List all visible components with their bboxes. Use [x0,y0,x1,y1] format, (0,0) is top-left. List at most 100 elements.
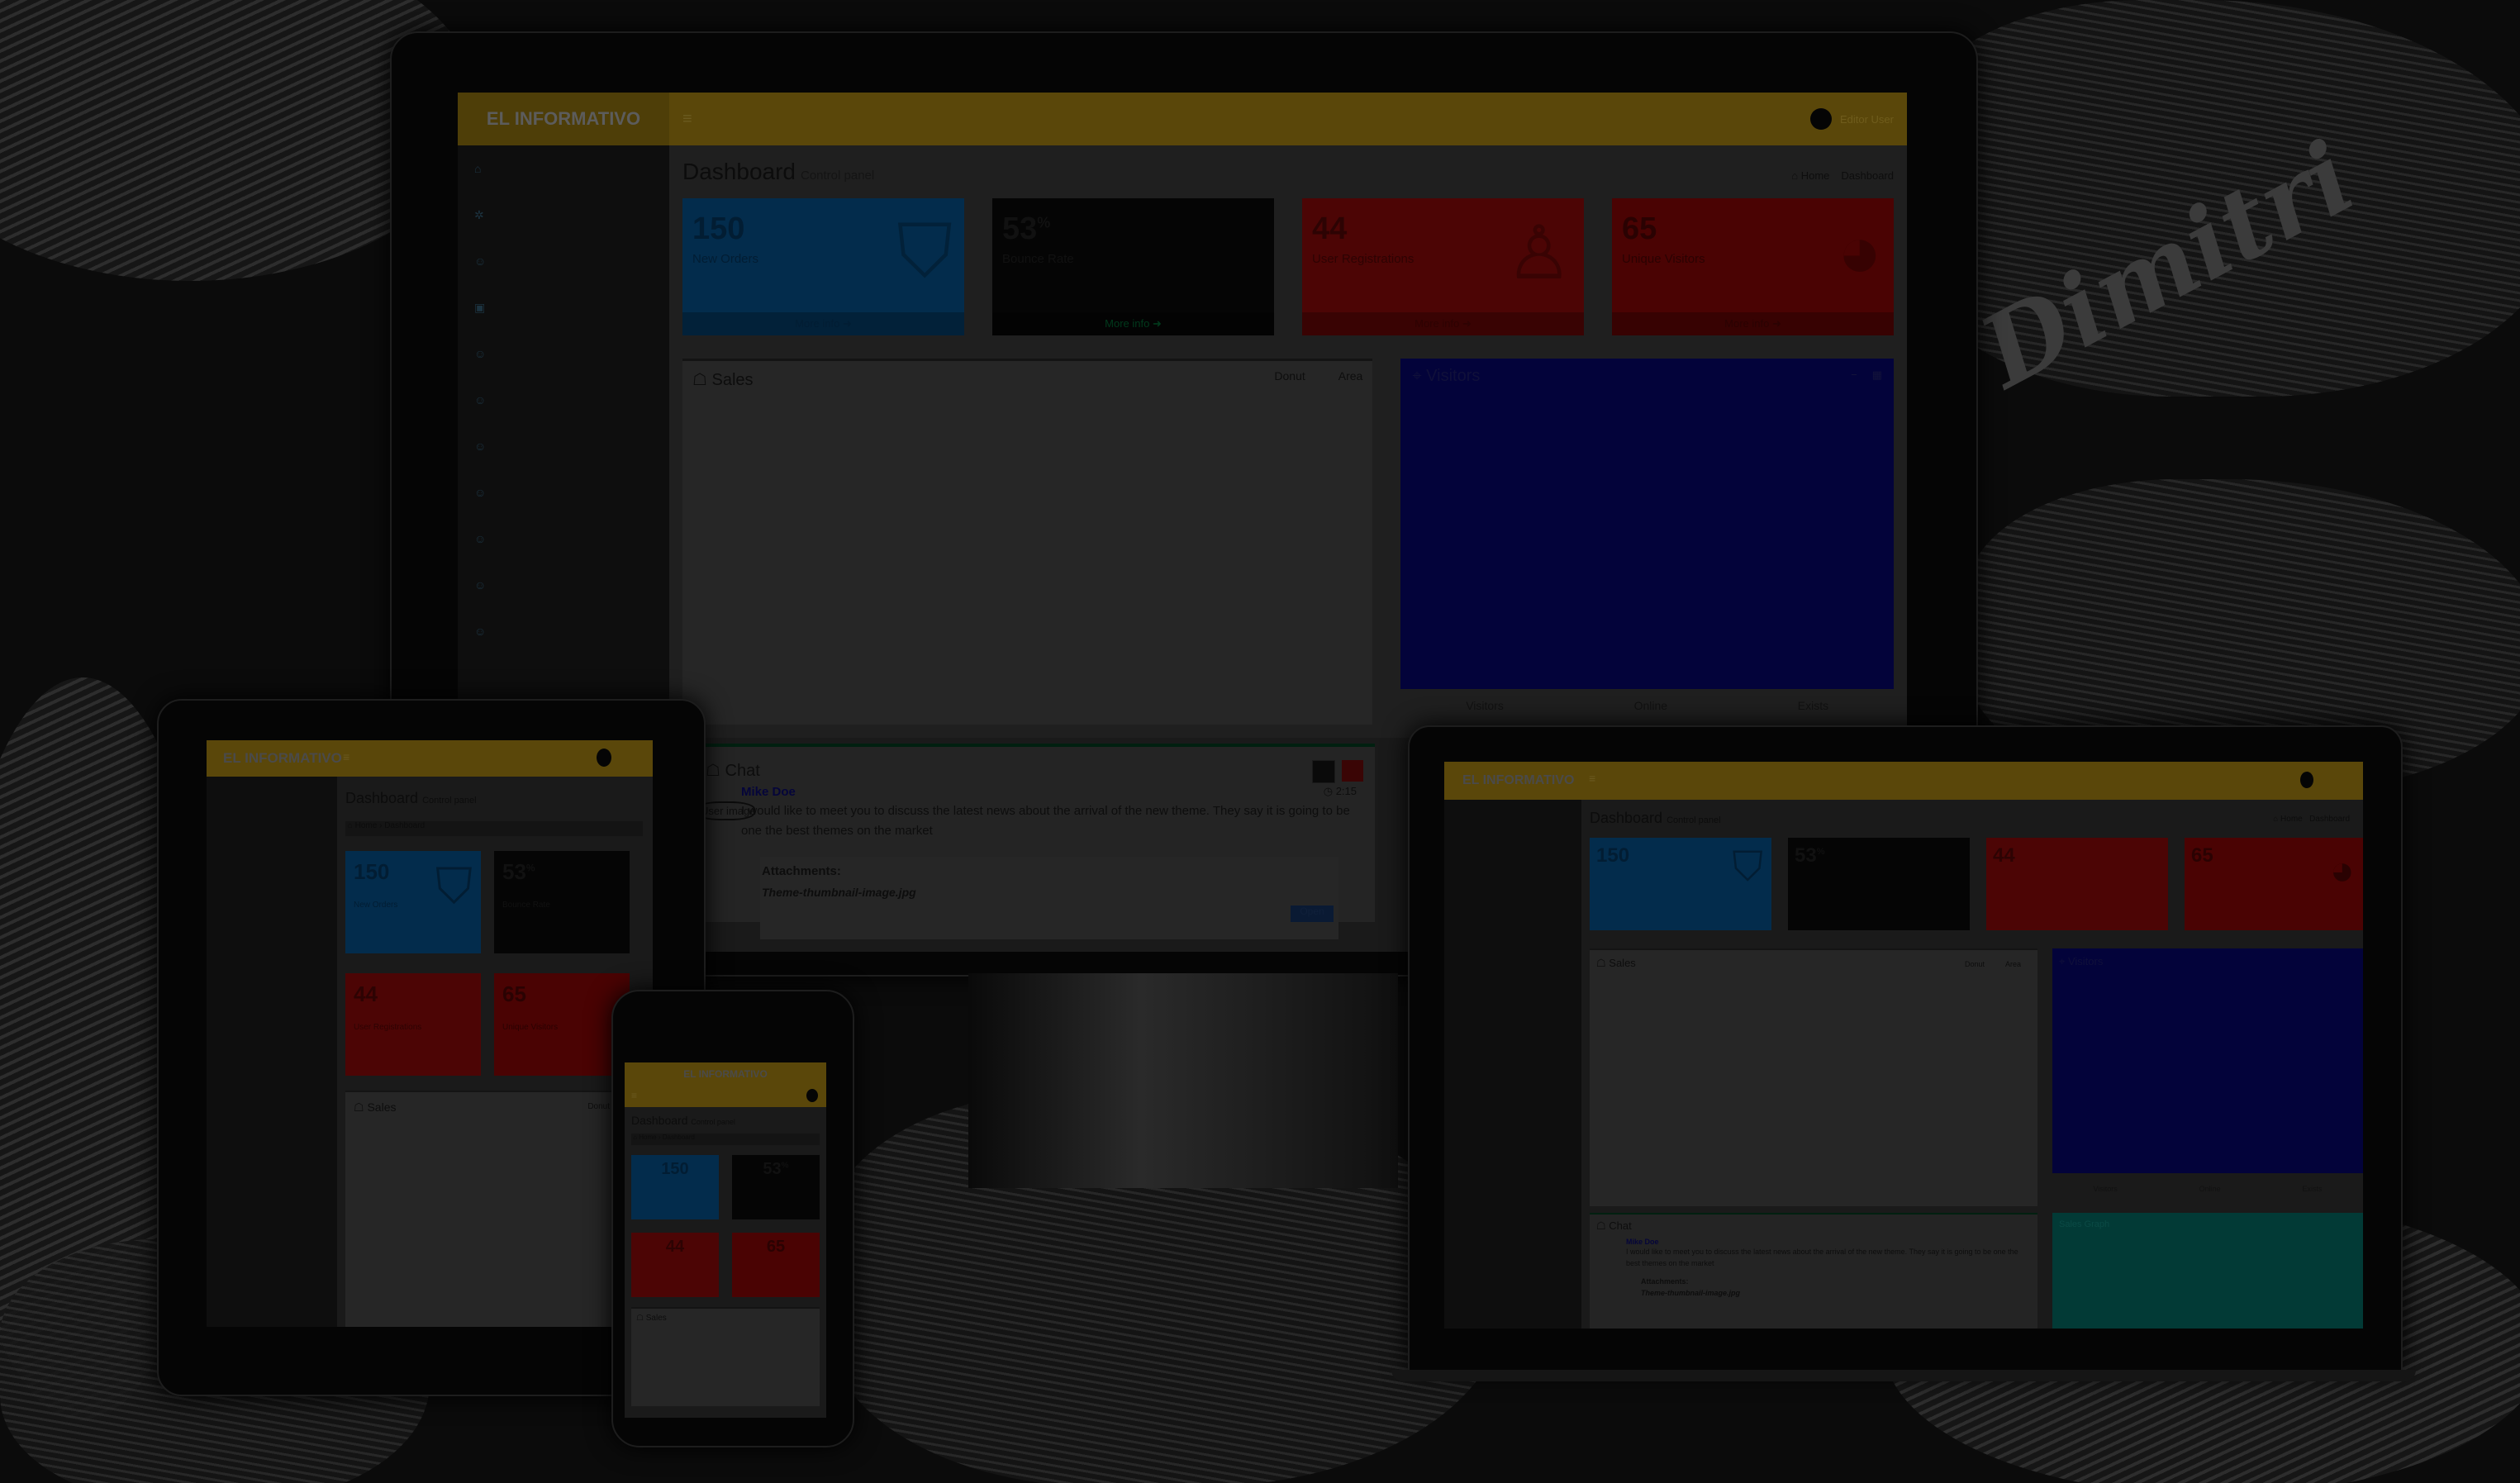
stat-box-registrations: 44 User Registrations [345,973,481,1076]
tab-donut[interactable]: Donut [587,1102,610,1111]
sidebar-item[interactable]: ☺ [458,516,669,562]
tablet-screen: EL INFORMATIVO ≡ Dashboard Control panel… [207,740,653,1327]
sidebar: ⌂ ✲ ☺ ▣ ☺ ☺ ☺ ☺ ☺ ☺ ☺ [458,145,669,738]
shopping-bag-icon: ⛉ [1732,844,1764,890]
more-info-link[interactable]: More info ➜ [1302,312,1584,335]
chat-dark-button[interactable] [1312,760,1335,783]
sidebar [1444,800,1581,1329]
visitors-panel: ⌖ Visitors [2052,948,2363,1173]
exists-label: Exists [1797,699,1829,712]
brand-logo[interactable]: EL INFORMATIVO [458,93,669,145]
users-icon: ☺ [474,393,487,406]
user-name: Editor User [1839,112,1894,126]
chat-author: Mike Doe [741,785,796,799]
sidebar-item[interactable]: ☺ [458,377,669,423]
stat-box-registrations: 44 [631,1233,719,1297]
tab-donut[interactable]: Donut [1965,960,1985,968]
stat-box-visitors: 65 [732,1233,820,1297]
chat-red-button[interactable] [1342,760,1363,782]
avatar [1809,108,1832,130]
breadcrumb-home[interactable]: ⌂ Home [1791,169,1829,182]
online-label: Online [1633,699,1668,712]
avatar [2300,772,2313,788]
sidebar-item[interactable]: ▣ [458,284,669,330]
top-navbar: EL INFORMATIVO ≡ [207,740,653,777]
sidebar-item[interactable]: ✲ [458,192,669,238]
chat-message: I would like to meet you to discuss the … [741,804,1350,838]
hamburger-icon[interactable]: ≡ [631,1090,637,1101]
sales-panel: ☖ Sales Donut Area [682,359,1373,725]
monitor-stand [968,973,1398,1188]
more-info-link[interactable]: More info ➜ [682,312,964,335]
stat-box-orders: 150 New Orders ⛉ [345,851,481,953]
user-menu[interactable]: Editor User [1809,93,1894,145]
breadcrumb: ⌂ Home Dashboard [2273,815,2350,824]
sidebar-item[interactable]: ☺ [458,608,669,654]
main-content: Dashboard Control panel ⌂ Home Dashboard … [669,145,1907,738]
visitors-label: Visitors [1466,699,1504,712]
chat-controls [1312,760,1363,783]
attachment-file[interactable]: Theme-thumbnail-image.jpg [762,886,916,899]
sidebar-item[interactable]: ☺ [458,330,669,377]
calendar-icon[interactable]: ▦ [1872,368,1882,382]
brand-logo[interactable]: EL INFORMATIVO [1462,773,1574,788]
top-navbar: EL INFORMATIVO ≡ Editor User [458,93,1907,145]
users-icon: ☺ [474,532,487,545]
page-subtitle: Control panel [800,169,875,183]
page-title: Dashboard Control panel [682,159,875,184]
visitors-panel: ⌖ Visitors − ▦ [1400,359,1894,689]
tab-area[interactable]: Area [1338,369,1363,390]
stat-box-registrations: 44 [1986,838,2168,930]
hamburger-icon[interactable]: ≡ [1589,772,1595,785]
users-icon: ☺ [474,486,487,499]
pie-chart-icon: ◕ [2329,847,2355,893]
phone-screen: EL INFORMATIVO ≡ Dashboard Control panel… [625,1062,826,1418]
shopping-bag-icon: ⛉ [896,211,953,293]
sidebar-item[interactable]: ☺ [458,562,669,608]
sales-tabs: Donut Area [1274,369,1362,390]
sales-panel: ☖ Sales Donut Area [1590,948,2037,1206]
top-navbar: EL INFORMATIVO ≡ [1444,762,2363,800]
stat-box-orders: 150 ⛉ [1590,838,1771,930]
sidebar-item[interactable]: ☺ [458,238,669,284]
breadcrumb: ⌂ Home › Dashboard [631,1134,820,1145]
stat-value: 53% [1002,212,1051,246]
tab-area[interactable]: Area [2005,960,2021,968]
stat-box-registrations: 44 User Registrations ♙ More info ➜ [1302,198,1584,335]
stat-box-bounce: 53% [1788,838,1970,930]
sales-graph-panel: Sales Graph [2052,1213,2363,1329]
visitors-title: ⌖ Visitors [1412,367,1481,385]
stat-box-visitors: 65 ◕ [2185,838,2363,930]
users-icon: ☺ [474,625,487,638]
chat-title: ☖ Chat [706,762,760,780]
hamburger-icon[interactable]: ≡ [343,750,349,763]
attachments-label: Attachments: [762,864,841,878]
more-info-link[interactable]: More info ➜ [992,312,1274,335]
stat-box-visitors: 65 Unique Visitors ◕ More info ➜ [1612,198,1894,335]
sales-title: ☖ Sales [692,371,754,389]
sidebar-item[interactable]: ☺ [458,469,669,516]
sales-panel: ☖ Sales [631,1307,820,1406]
stat-label: Bounce Rate [1002,252,1074,266]
more-info-link[interactable]: More info ➜ [1612,312,1894,335]
stat-box-bounce: 53% Bounce Rate More info ➜ [992,198,1274,335]
page-title: Dashboard Control panel [1590,810,1721,826]
stat-box-bounce: 53% [732,1155,820,1219]
users-icon: ☺ [474,347,487,360]
open-button[interactable]: Open [1291,905,1334,922]
minimize-icon[interactable]: − [1851,368,1857,382]
tab-donut[interactable]: Donut [1274,369,1305,390]
breadcrumb: ⌂ Home › Dashboard [345,821,643,836]
sidebar-item[interactable]: ☺ [458,423,669,469]
brand-logo[interactable]: EL INFORMATIVO [625,1062,826,1086]
stat-box-orders: 150 New Orders ⛉ More info ➜ [682,198,964,335]
brand-logo[interactable]: EL INFORMATIVO [223,750,342,767]
visitors-footer: Visitors Online Exists [2093,1185,2323,1193]
sidebar-item[interactable]: ⌂ [458,145,669,192]
stat-boxes: 150 53% 44 65 [631,1155,820,1297]
person-add-icon: ♙ [1505,212,1572,295]
avatar [806,1089,818,1102]
laptop-screen: EL INFORMATIVO ≡ Dashboard Control panel… [1444,762,2363,1329]
hamburger-icon[interactable]: ≡ [682,110,692,129]
page-title: Dashboard Control panel [345,790,477,806]
